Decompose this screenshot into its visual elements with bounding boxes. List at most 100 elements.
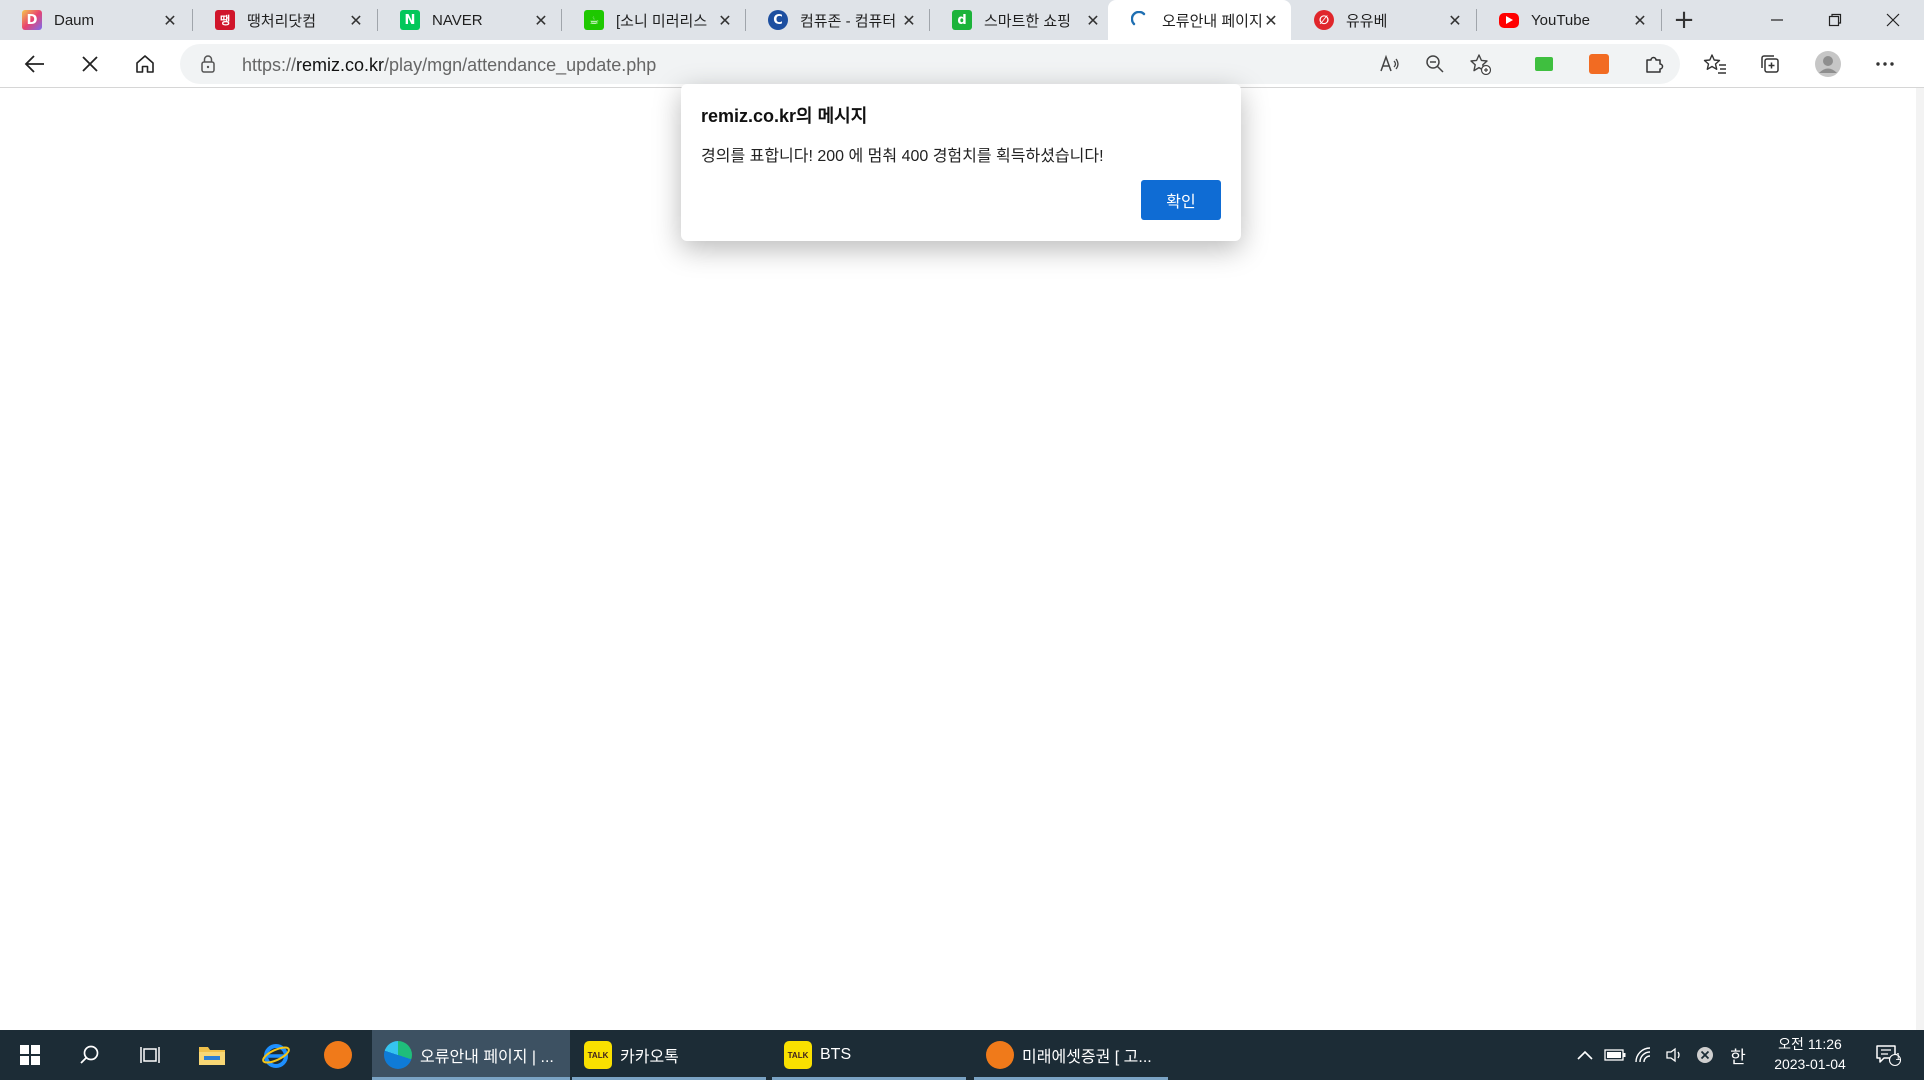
naver-icon: N: [400, 10, 420, 30]
youtube-icon: [1499, 12, 1519, 28]
avatar: [1815, 51, 1841, 77]
extension-orange-button[interactable]: [1579, 44, 1619, 84]
tab-sony-mirrorless[interactable]: ☕ [소니 미러리스 ✕: [562, 0, 745, 40]
close-icon[interactable]: ✕: [899, 11, 919, 30]
search-button[interactable]: [62, 1030, 118, 1080]
home-button[interactable]: [125, 44, 165, 84]
close-icon[interactable]: ✕: [531, 11, 551, 30]
favorites-button[interactable]: [1695, 44, 1735, 84]
new-tab-button[interactable]: +: [1662, 0, 1706, 40]
kakaotalk-icon: TALK: [584, 1041, 612, 1069]
mirae-asset-icon: [324, 1041, 352, 1069]
ok-button[interactable]: 확인: [1141, 180, 1221, 220]
url-host: remiz.co.kr: [296, 55, 385, 75]
extensions-button[interactable]: [1634, 44, 1674, 84]
collections-button[interactable]: [1750, 44, 1790, 84]
extension-green-button[interactable]: [1524, 44, 1564, 84]
profile-button[interactable]: [1808, 44, 1848, 84]
close-icon: [1886, 13, 1900, 27]
address-bar[interactable]: https://remiz.co.kr/play/mgn/attendance_…: [180, 44, 1680, 84]
minimize-button[interactable]: [1748, 0, 1806, 40]
action-center-button[interactable]: 1: [1862, 1030, 1914, 1080]
tab-danawa[interactable]: d 스마트한 쇼핑 ✕: [930, 0, 1113, 40]
close-icon[interactable]: ✕: [346, 11, 366, 30]
tab-daum[interactable]: D Daum ✕: [0, 0, 190, 40]
tab-title: 컴퓨존 - 컴퓨터: [800, 12, 897, 30]
disconnected-button[interactable]: [1690, 1030, 1720, 1080]
back-button[interactable]: [15, 44, 55, 84]
windows-icon: [20, 1045, 40, 1065]
taskbar-app-edge[interactable]: 오류안내 페이지 | ...: [372, 1030, 570, 1080]
daum-icon: D: [22, 10, 42, 30]
tab-yuyube[interactable]: ∅ 유유베 ✕: [1292, 0, 1475, 40]
close-icon[interactable]: ✕: [1083, 11, 1103, 30]
add-favorite-icon[interactable]: [1468, 52, 1492, 76]
puzzle-icon: [1646, 56, 1664, 73]
ime-indicator[interactable]: 한: [1722, 1030, 1754, 1080]
tab-title: 땡처리닷컴: [247, 12, 317, 30]
url-path: /play/mgn/attendance_update.php: [384, 55, 657, 75]
ttaengcheori-icon: 땡: [215, 10, 235, 30]
battery-icon: [1604, 1049, 1626, 1061]
taskbar: 오류안내 페이지 | ... TALK 카카오톡 TALK BTS 미래에셋증권…: [0, 1030, 1924, 1080]
start-button[interactable]: [2, 1030, 58, 1080]
collections-icon: [1761, 55, 1779, 73]
close-icon[interactable]: ✕: [715, 11, 735, 30]
tab-title: [소니 미러리스: [616, 12, 708, 30]
taskbar-app-label: BTS: [820, 1046, 852, 1063]
tab-title: 유유베: [1346, 12, 1388, 30]
danawa-icon: d: [952, 10, 972, 30]
alert-dialog: remiz.co.kr의 메시지 경의를 표합니다! 200 에 멈춰 400 …: [681, 84, 1241, 241]
task-view-button[interactable]: [122, 1030, 178, 1080]
close-icon[interactable]: ✕: [1261, 11, 1281, 30]
stop-loading-button[interactable]: [70, 44, 110, 84]
url-text[interactable]: https://remiz.co.kr/play/mgn/attendance_…: [242, 55, 656, 76]
tab-error-page[interactable]: 오류안내 페이지 ✕: [1108, 0, 1291, 40]
clock-time: 오전 11:26: [1778, 1036, 1842, 1052]
file-explorer-button[interactable]: [184, 1030, 240, 1080]
network-button[interactable]: [1630, 1030, 1660, 1080]
taskbar-app-mirae-asset[interactable]: 미래에셋증권 [ 고...: [974, 1030, 1168, 1080]
close-icon[interactable]: ✕: [160, 11, 180, 30]
show-hidden-icons-button[interactable]: [1570, 1030, 1600, 1080]
zoom-out-icon[interactable]: [1423, 52, 1447, 76]
close-icon[interactable]: ✕: [1630, 11, 1650, 30]
taskbar-app-label: 카카오톡: [620, 1049, 679, 1066]
taskbar-app-bts[interactable]: TALK BTS: [772, 1030, 966, 1080]
tab-ttaengcheori[interactable]: 땡 땡처리닷컴 ✕: [193, 0, 376, 40]
read-aloud-icon[interactable]: [1378, 52, 1402, 76]
task-view-icon: [140, 1047, 160, 1063]
close-icon[interactable]: ✕: [1445, 11, 1465, 30]
tab-youtube[interactable]: YouTube ✕: [1477, 0, 1660, 40]
tab-title: YouTube: [1531, 11, 1590, 29]
tab-title: 스마트한 쇼핑: [984, 12, 1071, 30]
search-icon: [80, 1045, 99, 1064]
loading-spinner-icon: [1130, 10, 1150, 30]
yuyube-icon: ∅: [1314, 10, 1334, 30]
taskbar-app-kakaotalk[interactable]: TALK 카카오톡: [572, 1030, 766, 1080]
tab-naver[interactable]: N NAVER ✕: [378, 0, 561, 40]
mirae-asset-pinned-button[interactable]: [310, 1030, 366, 1080]
minimize-icon: [1771, 19, 1783, 21]
tab-title: NAVER: [432, 11, 483, 29]
arrow-left-icon: [24, 55, 44, 73]
x-circle-icon: [1697, 1047, 1713, 1063]
tab-compuzone[interactable]: C 컴퓨존 - 컴퓨터 ✕: [746, 0, 929, 40]
url-scheme: https://: [242, 55, 297, 75]
edge-icon: [384, 1041, 412, 1069]
home-icon: [136, 55, 154, 73]
tab-strip: D Daum ✕ 땡 땡처리닷컴 ✕ N NAVER ✕ ☕ [소니 미러리스 …: [0, 0, 1924, 40]
notification-count: 1: [1895, 1052, 1901, 1063]
taskbar-app-label: 미래에셋증권 [ 고...: [1022, 1049, 1152, 1066]
restore-button[interactable]: [1806, 0, 1864, 40]
internet-explorer-button[interactable]: [248, 1030, 304, 1080]
volume-button[interactable]: [1660, 1030, 1690, 1080]
mirae-asset-icon: [986, 1041, 1014, 1069]
scrollbar-track[interactable]: [1916, 88, 1924, 1030]
system-clock[interactable]: 오전 11:26 2023-01-04: [1758, 1034, 1862, 1074]
tab-title: 오류안내 페이지: [1162, 12, 1261, 30]
window-close-button[interactable]: [1864, 0, 1922, 40]
settings-menu-button[interactable]: [1865, 44, 1905, 84]
tab-title: Daum: [54, 11, 95, 29]
battery-button[interactable]: [1600, 1030, 1630, 1080]
